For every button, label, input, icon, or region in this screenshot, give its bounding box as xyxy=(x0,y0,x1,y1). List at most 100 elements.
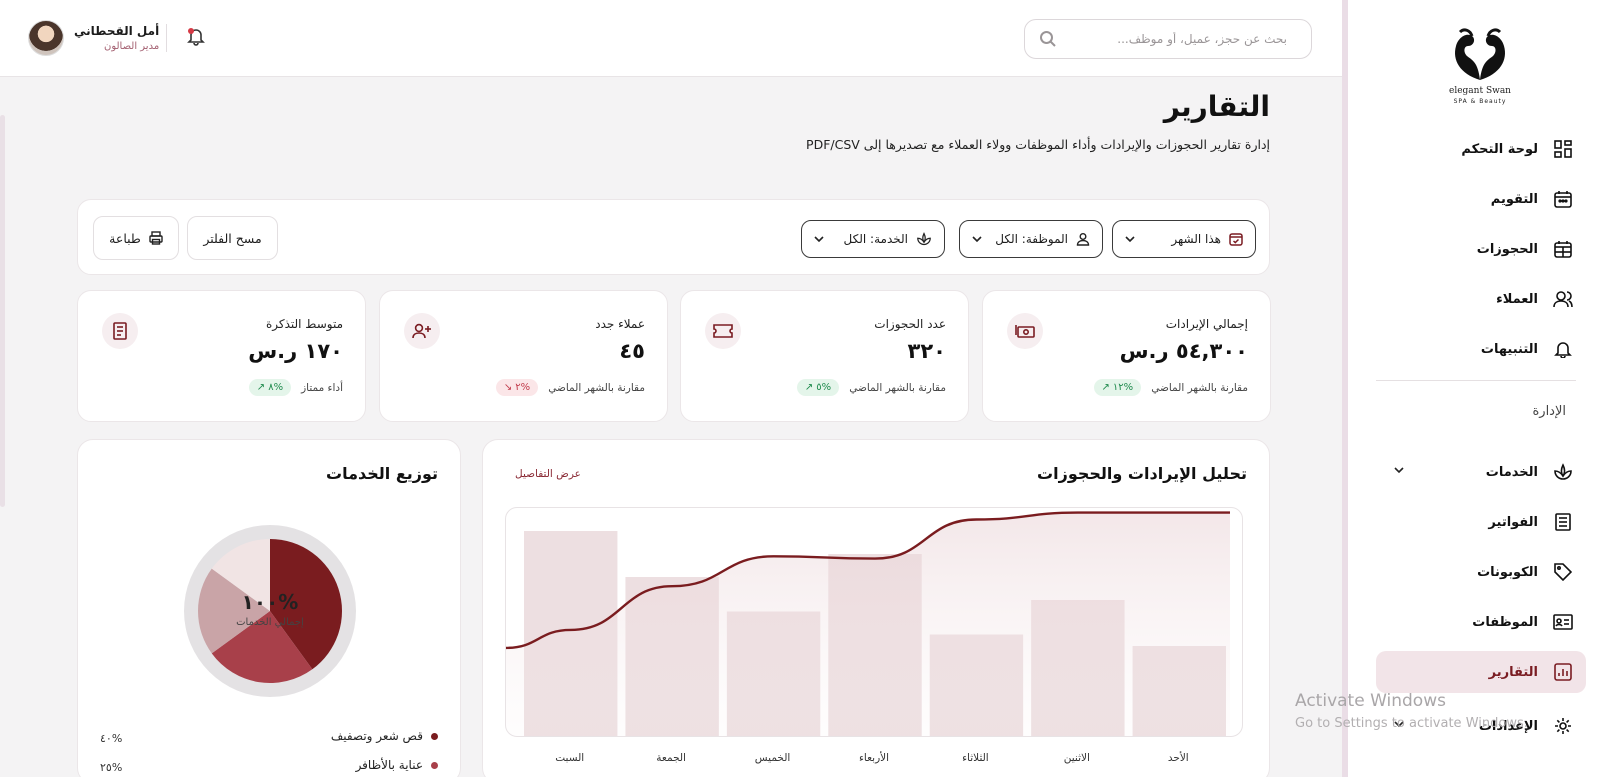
sidebar-item-services[interactable]: الخدمات xyxy=(1376,451,1586,493)
sidebar-item-coupons[interactable]: الكوبونات xyxy=(1376,551,1586,593)
employee-select[interactable]: الموظفة: الكل xyxy=(959,220,1103,258)
clear-filter-button[interactable]: مسح الفلتر xyxy=(187,216,278,260)
kpi-note: مقارنة بالشهر الماضي xyxy=(548,381,645,394)
brand-name: elegant Swan xyxy=(1449,86,1511,96)
search-input[interactable] xyxy=(1067,32,1287,46)
brand-logo[interactable]: elegant Swan SPA & Beauty xyxy=(1430,22,1530,112)
kpi-title: متوسط التذكرة xyxy=(265,317,343,331)
brand-tagline: SPA & Beauty xyxy=(1453,98,1507,105)
chevron-down-icon xyxy=(1125,235,1135,242)
trend-badge: ↗ ٨% xyxy=(248,379,292,396)
dashboard-icon xyxy=(1552,138,1574,160)
tag-icon xyxy=(1552,561,1574,583)
x-tick-label: الأحد xyxy=(1167,752,1189,764)
legend-dot xyxy=(431,761,438,769)
kpi-footer: أداء ممتاز ↗ ٨% xyxy=(248,379,343,396)
chevron-down-icon xyxy=(814,235,824,242)
ticket-icon xyxy=(705,313,741,349)
nav-divider xyxy=(1376,380,1576,381)
legend-item: قص شعر وتصفيف xyxy=(331,729,438,743)
sidebar-item-alerts[interactable]: التنبيهات xyxy=(1376,328,1586,370)
sidebar-item-label: الخدمات xyxy=(1485,464,1538,480)
sidebar-item-staff[interactable]: الموظفات xyxy=(1376,601,1586,643)
sidebar-item-label: العملاء xyxy=(1496,291,1538,307)
sidebar-item-dashboard[interactable]: لوحة التحكم xyxy=(1376,128,1586,170)
avatar xyxy=(28,20,64,56)
filter-bar: هذا الشهر الموظفة: الكل الخدمة: الكل مسح… xyxy=(77,199,1270,275)
x-tick-label: الجمعة xyxy=(656,752,686,764)
activate-windows-title: Activate Windows xyxy=(1295,691,1446,711)
clear-filter-label: مسح الفلتر xyxy=(203,230,262,246)
trend-value: ٨% xyxy=(268,382,284,393)
kpi-footer: مقارنة بالشهر الماضي ↘ ٢% xyxy=(495,379,645,396)
user-menu[interactable]: أمل القحطاني مدير الصالون xyxy=(28,20,159,56)
x-tick-label: الثلاثاء xyxy=(962,752,989,764)
view-details-link[interactable]: عرض التفاصيل xyxy=(515,468,581,480)
trend-value: ١٢% xyxy=(1112,382,1134,393)
user-name: أمل القحطاني xyxy=(74,24,160,38)
search-icon xyxy=(1040,31,1056,47)
kpi-title: إجمالي الإيرادات xyxy=(1165,317,1248,331)
sidebar-item-label: لوحة التحكم xyxy=(1461,141,1538,157)
sidebar-item-label: الفواتير xyxy=(1488,514,1538,530)
kpi-card-new-clients: عملاء جدد ٤٥ مقارنة بالشهر الماضي ↘ ٢% xyxy=(379,290,668,422)
legend-label: قص شعر وتصفيف xyxy=(330,729,423,743)
legend-pct: ٤٠% xyxy=(100,732,123,745)
kpi-card-bookings: عدد الحجوزات ٣٢٠ مقارنة بالشهر الماضي ↗ ٥… xyxy=(680,290,969,422)
lotus-icon xyxy=(917,232,931,246)
print-button[interactable]: طباعة xyxy=(93,216,179,260)
sidebar-item-invoices[interactable]: الفواتير xyxy=(1376,501,1586,543)
calendar-check-icon xyxy=(1229,233,1243,246)
printer-icon xyxy=(149,231,163,245)
print-label: طباعة xyxy=(109,230,141,246)
x-tick-label: الأربعاء xyxy=(858,752,890,764)
sidebar-item-label: التقويم xyxy=(1490,191,1538,207)
scroll-rail[interactable] xyxy=(0,115,5,507)
legend-label: عناية بالأظافر xyxy=(355,758,423,772)
revenue-analysis-card: تحليل الإيرادات والحجوزات عرض التفاصيل ا… xyxy=(482,439,1270,777)
kpi-value: ٥٤,٣٠٠ ر.س xyxy=(1119,339,1248,363)
sidebar-item-reports[interactable]: التقارير xyxy=(1376,651,1586,693)
revenue-chart-svg xyxy=(506,511,1230,736)
kpi-card-revenue: إجمالي الإيرادات ٥٤,٣٠٠ ر.س مقارنة بالشه… xyxy=(982,290,1271,422)
bell-icon xyxy=(1552,338,1574,360)
kpi-note: أداء ممتاز xyxy=(301,381,343,394)
kpi-note: مقارنة بالشهر الماضي xyxy=(1151,381,1248,394)
user-icon xyxy=(1076,233,1090,246)
chevron-down-icon xyxy=(1394,467,1404,474)
search-bar[interactable] xyxy=(1024,19,1312,59)
x-tick-label: الاثنين xyxy=(1063,752,1090,764)
kpi-footer: مقارنة بالشهر الماضي ↗ ٥% xyxy=(796,379,946,396)
sidebar-item-label: الموظفات xyxy=(1472,614,1538,630)
card-title: توزيع الخدمات xyxy=(325,464,438,483)
id-card-icon xyxy=(1552,611,1574,633)
service-select[interactable]: الخدمة: الكل xyxy=(801,220,945,258)
notifications-button[interactable] xyxy=(186,26,206,46)
legend-dot xyxy=(431,732,438,740)
x-tick-label: الخميس xyxy=(754,752,791,764)
sidebar-item-label: الحجوزات xyxy=(1476,241,1538,257)
gear-icon xyxy=(1552,715,1574,737)
page-subtitle: إدارة تقارير الحجوزات والإيرادات وأداء ا… xyxy=(806,137,1270,152)
calendar-grid-icon xyxy=(1552,238,1574,260)
nav-section-admin: الإدارة xyxy=(1532,404,1566,419)
legend-pct: ٢٥% xyxy=(100,761,123,774)
money-icon xyxy=(1007,313,1043,349)
sidebar-item-label: التقارير xyxy=(1488,664,1538,680)
card-title: تحليل الإيرادات والحجوزات xyxy=(1037,464,1247,483)
chevron-down-icon xyxy=(972,235,982,242)
trend-value: ٥% xyxy=(816,382,832,393)
kpi-title: عملاء جدد xyxy=(595,317,645,331)
sidebar-item-clients[interactable]: العملاء xyxy=(1376,278,1586,320)
sidebar-item-calendar[interactable]: التقويم xyxy=(1376,178,1586,220)
topbar: أمل القحطاني مدير الصالون xyxy=(0,0,1342,77)
employee-value: الموظفة: الكل xyxy=(995,232,1068,246)
invoice-icon xyxy=(1552,511,1574,533)
receipt-icon xyxy=(102,313,138,349)
x-tick-label: السبت xyxy=(555,752,585,764)
kpi-title: عدد الحجوزات xyxy=(874,317,946,331)
services-distribution-card: توزيع الخدمات ١٠٠% إجمالي الخدمات قص شعر… xyxy=(77,439,461,777)
period-select[interactable]: هذا الشهر xyxy=(1112,220,1256,258)
page-title: التقارير xyxy=(1163,90,1270,123)
sidebar-item-bookings[interactable]: الحجوزات xyxy=(1376,228,1586,270)
